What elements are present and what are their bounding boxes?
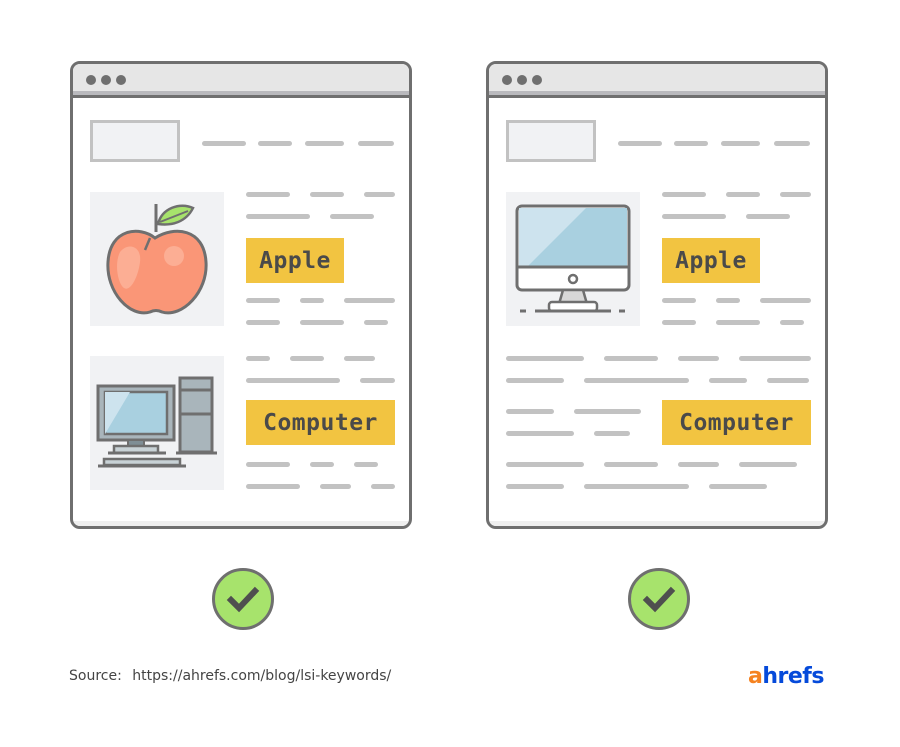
- text-line: [320, 484, 351, 489]
- nav-line: [721, 141, 760, 146]
- text-line: [364, 192, 395, 197]
- check-icon: [226, 586, 260, 613]
- text-line: [290, 356, 324, 361]
- nav-line: [258, 141, 292, 146]
- text-line: [246, 320, 280, 325]
- apple-fruit-icon: [106, 204, 208, 315]
- text-line: [300, 298, 324, 303]
- browser-window-right: Apple Computer: [486, 61, 828, 529]
- text-line: [506, 431, 574, 436]
- keyword-tag-apple: Apple: [246, 238, 344, 283]
- text-line: [780, 192, 811, 197]
- text-line: [662, 214, 726, 219]
- window-dot-icon: [101, 75, 111, 85]
- source-label: Source:: [69, 668, 122, 684]
- text-line: [246, 298, 280, 303]
- text-line: [746, 214, 790, 219]
- text-line: [246, 484, 300, 489]
- source-citation: Source: https://ahrefs.com/blog/lsi-keyw…: [69, 668, 391, 684]
- text-line: [371, 484, 395, 489]
- text-line: [726, 192, 760, 197]
- text-line: [506, 484, 564, 489]
- text-line: [364, 320, 388, 325]
- text-line: [760, 298, 811, 303]
- text-line: [330, 214, 374, 219]
- imac-thumbnail: [506, 192, 640, 326]
- text-line: [716, 298, 740, 303]
- nav-line: [358, 141, 394, 146]
- text-line: [310, 462, 334, 467]
- text-line: [506, 409, 554, 414]
- browser-window-left: Apple Computer: [70, 61, 412, 529]
- text-line: [678, 356, 719, 361]
- text-line: [246, 356, 270, 361]
- text-line: [246, 378, 340, 383]
- text-line: [574, 409, 641, 414]
- text-line: [300, 320, 344, 325]
- text-line: [506, 462, 584, 467]
- text-line: [780, 320, 804, 325]
- text-line: [246, 462, 290, 467]
- nav-line: [202, 141, 246, 146]
- text-line: [584, 484, 689, 489]
- text-line: [354, 462, 378, 467]
- text-line: [709, 484, 767, 489]
- keyword-tag-computer: Computer: [662, 400, 811, 445]
- nav-line: [305, 141, 344, 146]
- text-line: [246, 192, 290, 197]
- text-line: [662, 192, 706, 197]
- text-line: [739, 356, 811, 361]
- logo-placeholder: [90, 120, 180, 162]
- text-line: [709, 378, 747, 383]
- window-dot-icon: [116, 75, 126, 85]
- keyword-tag-computer: Computer: [246, 400, 395, 445]
- check-badge-left: [212, 568, 274, 630]
- text-line: [594, 431, 630, 436]
- source-link[interactable]: https://ahrefs.com/blog/lsi-keywords/: [132, 668, 391, 684]
- window-dot-icon: [86, 75, 96, 85]
- text-line: [662, 298, 696, 303]
- text-line: [716, 320, 760, 325]
- text-line: [604, 356, 658, 361]
- text-line: [767, 378, 809, 383]
- logo-placeholder: [506, 120, 596, 162]
- apple-thumbnail: [90, 192, 224, 326]
- text-line: [604, 462, 658, 467]
- window-dot-icon: [517, 75, 527, 85]
- text-line: [739, 462, 797, 467]
- ahrefs-logo: ahrefs: [748, 664, 824, 689]
- title-bar: [489, 64, 825, 98]
- window-dot-icon: [502, 75, 512, 85]
- title-bar: [73, 64, 409, 98]
- nav-line: [618, 141, 662, 146]
- keyword-tag-apple: Apple: [662, 238, 760, 283]
- text-line: [344, 356, 375, 361]
- text-line: [344, 298, 395, 303]
- text-line: [678, 462, 719, 467]
- check-icon: [642, 586, 676, 613]
- check-badge-right: [628, 568, 690, 630]
- text-line: [246, 214, 310, 219]
- text-line: [506, 378, 564, 383]
- text-line: [310, 192, 344, 197]
- nav-line: [674, 141, 708, 146]
- window-dot-icon: [532, 75, 542, 85]
- text-line: [662, 320, 696, 325]
- imac-icon: [515, 204, 631, 313]
- computer-thumbnail: [90, 356, 224, 490]
- text-line: [506, 356, 584, 361]
- text-line: [584, 378, 689, 383]
- nav-line: [774, 141, 810, 146]
- desktop-computer-icon: [96, 376, 217, 468]
- text-line: [360, 378, 395, 383]
